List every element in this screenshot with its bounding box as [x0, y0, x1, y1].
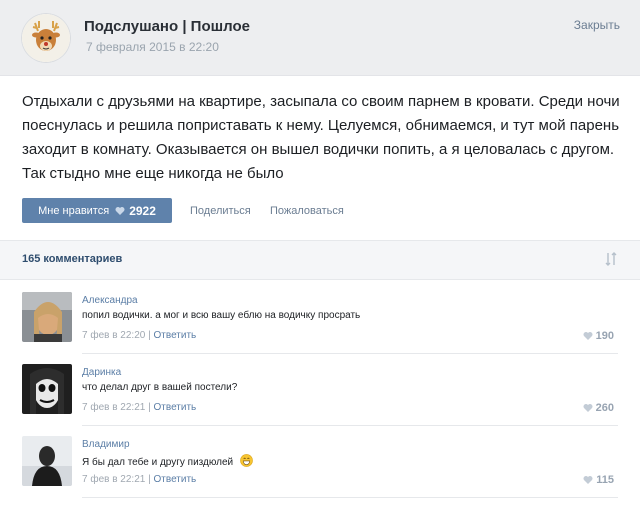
comment-like-button[interactable]: 190	[583, 330, 614, 342]
comment-like-count: 190	[595, 330, 614, 342]
sort-icon[interactable]	[604, 251, 618, 267]
comment-like-button[interactable]: 115	[583, 474, 614, 486]
heart-icon	[115, 206, 125, 215]
commenter-avatar[interactable]	[22, 292, 72, 342]
comment-divider	[82, 497, 618, 498]
commenter-name[interactable]: Даринка	[82, 367, 121, 378]
comment-time[interactable]: 7 фев в 22:21	[82, 474, 145, 485]
comment-item: Владимир Я бы дал тебе и другу пиздюлей …	[0, 436, 640, 506]
comments-count[interactable]: 165 комментариев	[22, 253, 122, 265]
heart-icon	[583, 332, 593, 340]
comment-meta: 7 фев в 22:21 | Ответить	[82, 402, 196, 413]
comment-time[interactable]: 7 фев в 22:21	[82, 402, 145, 413]
reply-link[interactable]: Ответить	[154, 330, 197, 341]
like-button[interactable]: Мне нравится 2922	[22, 198, 172, 223]
commenter-name[interactable]: Александра	[82, 295, 138, 306]
comment-text: что делал друг в вашей постели?	[82, 382, 238, 393]
comment-time[interactable]: 7 фев в 22:20	[82, 330, 145, 341]
comment-like-count: 260	[595, 402, 614, 414]
comment-like-button[interactable]: 260	[583, 402, 614, 414]
heart-icon	[583, 476, 593, 484]
comments-header: 165 комментариев	[0, 240, 640, 280]
heart-icon	[583, 404, 593, 412]
comment-divider	[82, 425, 618, 426]
post-date: 7 февраля 2015 в 22:20	[86, 40, 219, 54]
comment-text-body: Я бы дал тебе и другу пиздюлей	[82, 457, 234, 468]
comment-item: Александра попил водички. а мог и всю ва…	[0, 292, 640, 362]
complain-link[interactable]: Пожаловаться	[270, 205, 344, 217]
deer-logo-icon	[22, 14, 70, 62]
user-photo-icon	[22, 364, 72, 414]
post-header: Подслушано | Пошлое 7 февраля 2015 в 22:…	[0, 0, 640, 76]
user-photo-icon	[22, 436, 72, 486]
reply-link[interactable]: Ответить	[154, 402, 197, 413]
like-label: Мне нравится	[38, 204, 110, 217]
commenter-avatar[interactable]	[22, 364, 72, 414]
comment-like-count: 115	[596, 474, 614, 486]
commenter-avatar[interactable]	[22, 436, 72, 486]
community-title[interactable]: Подслушано | Пошлое	[84, 18, 250, 35]
comment-text: попил водички. а мог и всю вашу еблю на …	[82, 310, 361, 321]
user-photo-icon	[22, 292, 72, 342]
reply-link[interactable]: Ответить	[154, 474, 197, 485]
commenter-name[interactable]: Владимир	[82, 439, 130, 450]
like-count: 2922	[129, 203, 156, 218]
share-link[interactable]: Поделиться	[190, 205, 251, 217]
community-avatar[interactable]	[21, 13, 71, 63]
close-button[interactable]: Закрыть	[574, 18, 620, 32]
comment-meta: 7 фев в 22:20 | Ответить	[82, 330, 196, 341]
comment-divider	[82, 353, 618, 354]
comment-text: Я бы дал тебе и другу пиздюлей	[82, 454, 253, 468]
post-text: Отдыхали с друзьями на квартире, засыпал…	[22, 93, 620, 182]
comment-meta: 7 фев в 22:21 | Ответить	[82, 474, 196, 485]
grin-emoji-icon	[240, 454, 253, 467]
comment-item: Даринка что делал друг в вашей постели? …	[0, 364, 640, 434]
